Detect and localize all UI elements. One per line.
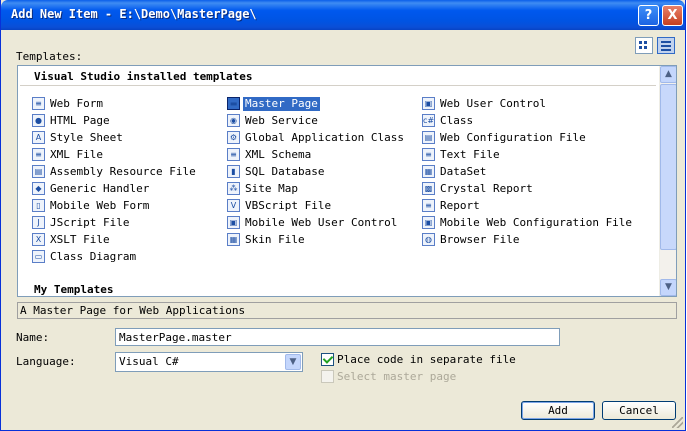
template-item-label: Web Form bbox=[50, 97, 103, 110]
template-item-label: Mobile Web Configuration File bbox=[440, 216, 633, 229]
crystal-report-icon: ▩ bbox=[422, 182, 435, 195]
template-item-label: Web User Control bbox=[440, 97, 546, 110]
group-header-my-templates: My Templates bbox=[34, 283, 114, 296]
mobile-user-control-icon: ▣ bbox=[227, 216, 240, 229]
select-master-label: Select master page bbox=[337, 370, 457, 383]
style-sheet-icon: A bbox=[32, 131, 45, 144]
template-item-label: HTML Page bbox=[50, 114, 110, 127]
template-item-label: Mobile Web Form bbox=[50, 199, 150, 212]
template-item-label: VBScript File bbox=[245, 199, 332, 212]
templates-list[interactable]: Visual Studio installed templates ≡ Web F… bbox=[17, 65, 677, 297]
xml-file-icon: ≡ bbox=[32, 148, 45, 161]
language-select[interactable]: Visual C# ▼ bbox=[115, 352, 303, 372]
vbscript-file-icon: V bbox=[227, 199, 240, 212]
template-item-label: Style Sheet bbox=[50, 131, 123, 144]
group-divider bbox=[20, 85, 656, 86]
templates-label: Templates: bbox=[16, 50, 83, 63]
template-description: A Master Page for Web Applications bbox=[17, 302, 677, 319]
close-button[interactable]: X bbox=[662, 5, 683, 26]
dataset-icon: ▦ bbox=[422, 165, 435, 178]
select-master-checkbox bbox=[321, 370, 334, 383]
template-item-label: XSLT File bbox=[50, 233, 110, 246]
xml-schema-icon: ≡ bbox=[227, 148, 240, 161]
name-input[interactable] bbox=[115, 328, 560, 346]
name-label: Name: bbox=[16, 331, 50, 344]
add-button[interactable]: Add bbox=[521, 401, 595, 420]
html-page-icon: ● bbox=[32, 114, 45, 127]
browser-file-icon: ◍ bbox=[422, 233, 435, 246]
small-icons-view-button[interactable] bbox=[657, 37, 675, 54]
report-icon: ≡ bbox=[422, 199, 435, 212]
master-page-icon: ▬ bbox=[227, 97, 240, 110]
scroll-thumb[interactable] bbox=[660, 84, 676, 250]
mobile-web-config-icon: ▣ bbox=[422, 216, 435, 229]
template-item-label: Text File bbox=[440, 148, 500, 161]
web-config-icon: ▤ bbox=[422, 131, 435, 144]
template-item-label: Class Diagram bbox=[50, 250, 137, 263]
add-new-item-dialog: Add New Item - E:\Demo\MasterPage\ ? X T… bbox=[0, 0, 686, 431]
template-item-label: Report bbox=[440, 199, 480, 212]
template-item-label: Skin File bbox=[245, 233, 305, 246]
global-app-class-icon: ⚙ bbox=[227, 131, 240, 144]
group-header-installed: Visual Studio installed templates bbox=[34, 70, 253, 83]
class-diagram-icon: ▭ bbox=[32, 250, 45, 263]
template-item-label: Generic Handler bbox=[50, 182, 150, 195]
xslt-file-icon: X bbox=[32, 233, 45, 246]
class-icon: c# bbox=[422, 114, 435, 127]
template-item-label: Crystal Report bbox=[440, 182, 533, 195]
title-bar[interactable]: Add New Item - E:\Demo\MasterPage\ ? X bbox=[1, 0, 685, 30]
site-map-icon: ⁂ bbox=[227, 182, 240, 195]
mobile-web-form-icon: ▯ bbox=[32, 199, 45, 212]
scroll-down-button[interactable]: ▼ bbox=[660, 279, 676, 296]
template-item-label: Master Page bbox=[243, 97, 320, 111]
skin-file-icon: ▦ bbox=[227, 233, 240, 246]
template-item-label: Web Service bbox=[245, 114, 318, 127]
generic-handler-icon: ◆ bbox=[32, 182, 45, 195]
web-form-icon: ≡ bbox=[32, 97, 45, 110]
sql-database-icon: ▮ bbox=[227, 165, 240, 178]
template-item-label: Class bbox=[440, 114, 474, 127]
cancel-button[interactable]: Cancel bbox=[602, 401, 676, 420]
resize-grip-icon[interactable] bbox=[672, 417, 683, 428]
template-item-label: JScript File bbox=[50, 216, 130, 229]
templates-scrollbar[interactable]: ▲ ▼ bbox=[659, 66, 676, 296]
large-icons-view-button[interactable] bbox=[635, 37, 653, 54]
template-item-label: Assembly Resource File bbox=[50, 165, 196, 178]
web-user-control-icon: ▣ bbox=[422, 97, 435, 110]
help-button[interactable]: ? bbox=[638, 5, 659, 26]
template-item-label: Site Map bbox=[245, 182, 298, 195]
place-code-checkbox[interactable] bbox=[321, 353, 334, 366]
language-value: Visual C# bbox=[119, 355, 179, 368]
template-item-label: XML File bbox=[50, 148, 103, 161]
resource-file-icon: ▤ bbox=[32, 165, 45, 178]
language-label: Language: bbox=[16, 355, 76, 368]
web-service-icon: ◉ bbox=[227, 114, 240, 127]
place-code-label[interactable]: Place code in separate file bbox=[337, 353, 516, 366]
template-item-label: Global Application Class bbox=[245, 131, 404, 144]
dropdown-arrow-icon[interactable]: ▼ bbox=[285, 354, 301, 370]
window-title: Add New Item - E:\Demo\MasterPage\ bbox=[11, 7, 257, 21]
jscript-file-icon: J bbox=[32, 216, 45, 229]
template-item-label: Web Configuration File bbox=[440, 131, 586, 144]
template-item-label: Mobile Web User Control bbox=[245, 216, 398, 229]
template-item-label: SQL Database bbox=[245, 165, 325, 178]
scroll-up-button[interactable]: ▲ bbox=[660, 66, 676, 83]
template-item-label: Browser File bbox=[440, 233, 520, 246]
template-item-label: DataSet bbox=[440, 165, 487, 178]
text-file-icon: ≡ bbox=[422, 148, 435, 161]
template-item-label: XML Schema bbox=[245, 148, 312, 161]
